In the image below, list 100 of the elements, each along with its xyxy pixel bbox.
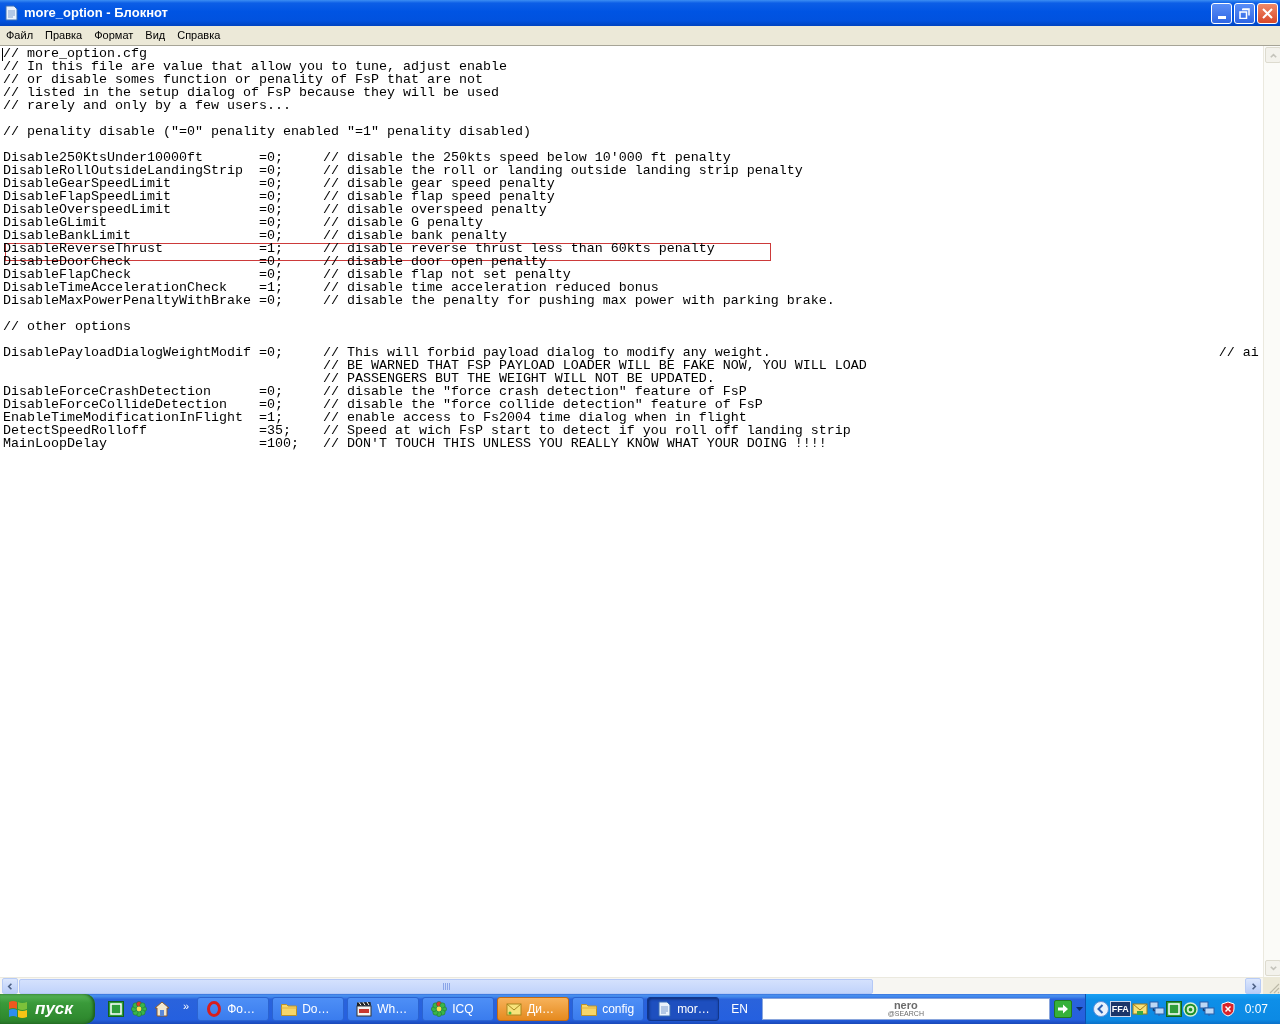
taskbar-button[interactable]: Фо… xyxy=(197,997,270,1021)
setting-name: EnableTimeModificationInFlight xyxy=(3,410,243,425)
setting-comment: // disable reverse thrust less than 60kts penalty xyxy=(322,241,715,256)
setting-value: =35; xyxy=(258,423,291,438)
taskbar-button-label: mor… xyxy=(677,1001,710,1018)
taskbar-button[interactable]: Wh… xyxy=(347,997,420,1021)
comment-line: // BE WARNED THAT FSP PAYLOAD LOADER WILL BE FAKE NOW, YOU WILL LOAD xyxy=(322,358,867,373)
quick-launch-button[interactable] xyxy=(131,1001,147,1017)
comment-line: // more_option.cfg xyxy=(3,47,147,60)
arrow-left-icon xyxy=(5,981,15,991)
setting-value: =0; xyxy=(258,267,283,282)
minimize-icon xyxy=(1217,15,1226,19)
document-icon xyxy=(3,5,19,21)
language-indicator[interactable]: EN xyxy=(731,1000,748,1018)
setting-value: =0; xyxy=(258,384,283,399)
folder-icon xyxy=(281,1002,298,1016)
setting-name: DisablePayloadDialogWeightModif xyxy=(3,345,251,360)
setting-comment: // disable flap not set penalty xyxy=(322,267,571,282)
setting-value: =0; xyxy=(258,202,283,217)
taskbar-button-label: Wh… xyxy=(377,1001,408,1018)
caret-icon xyxy=(1075,1007,1083,1011)
setting-comment: // disable bank penalty xyxy=(322,228,507,243)
scrollbar-thumb[interactable] xyxy=(19,978,873,994)
show-hidden-icons-button[interactable] xyxy=(1092,1001,1109,1017)
computers-icon[interactable] xyxy=(1148,1001,1165,1017)
computers-icon[interactable] xyxy=(1198,1001,1215,1017)
quick-launch-button[interactable] xyxy=(108,1001,124,1017)
setting-comment: // DON'T TOUCH THIS UNLESS YOU REALLY KNOW WHAT YOUR DOING !!!! xyxy=(322,436,827,451)
resize-grip-icon[interactable] xyxy=(1269,983,1280,994)
setting-value: =1; xyxy=(258,280,283,295)
clapperboard-icon xyxy=(356,1001,373,1017)
flower-icon xyxy=(131,1001,147,1017)
menu-item[interactable]: Правка xyxy=(39,26,89,45)
start-button[interactable]: пуск xyxy=(0,994,95,1024)
dropdown-button[interactable] xyxy=(1075,1007,1083,1011)
text-cursor xyxy=(2,48,3,61)
app-tile-icon xyxy=(108,1001,124,1017)
close-button[interactable] xyxy=(1257,2,1278,24)
arrow-right-icon xyxy=(1056,1004,1069,1014)
taskbar-button[interactable]: mor… xyxy=(647,997,720,1021)
comment-line: // listed in the setup dialog of FsP because they will be used xyxy=(3,86,499,99)
grip-icon xyxy=(442,982,450,990)
envelope-icon[interactable] xyxy=(1131,1001,1148,1017)
setting-value: =1; xyxy=(258,410,283,425)
scroll-right-button[interactable] xyxy=(1245,978,1261,994)
document-icon xyxy=(656,1001,673,1017)
setting-value: =0; xyxy=(258,215,283,230)
menu-item[interactable]: Справка xyxy=(171,26,227,45)
more-button[interactable]: » xyxy=(183,1000,190,1012)
setting-name: MainLoopDelay xyxy=(3,436,107,451)
restore-button[interactable] xyxy=(1234,2,1255,24)
setting-comment: // disable the roll or landing outside landing strip penalty xyxy=(322,163,803,178)
setting-comment: // disable G penalty xyxy=(322,215,483,230)
setting-value: =0; xyxy=(258,228,283,243)
arrow-up-icon xyxy=(1268,50,1278,60)
menu-item[interactable]: Файл xyxy=(0,26,40,45)
menu-item[interactable]: Вид xyxy=(139,26,172,45)
setting-name: DisableGLimit xyxy=(3,215,107,230)
setting-name: DisableMaxPowerPenaltyWithBrake xyxy=(3,293,251,308)
setting-comment: // disable the 250kts speed below 10'000 ft penalty xyxy=(322,150,731,165)
taskbar-button[interactable]: config xyxy=(572,997,645,1021)
taskbar-button-label: ICQ xyxy=(452,1001,474,1018)
app-tile-icon[interactable] xyxy=(1165,1001,1182,1017)
flag-icon xyxy=(7,999,29,1019)
flower-icon xyxy=(431,1001,448,1017)
horizontal-scrollbar[interactable] xyxy=(0,977,1263,994)
text-area[interactable] xyxy=(0,46,1263,977)
clock[interactable]: 0:07 xyxy=(1244,1000,1268,1018)
setting-comment: // disable gear speed penalty xyxy=(322,176,555,191)
chevron-left-icon xyxy=(1092,1001,1109,1017)
setting-comment: // disable the "force crash detection" feature of FsP xyxy=(322,384,747,399)
tray-badge[interactable]: FFA xyxy=(1109,1001,1131,1017)
setting-name: DetectSpeedRolloff xyxy=(3,423,147,438)
setting-name: DisableTimeAccelerationCheck xyxy=(3,280,227,295)
close-icon xyxy=(1262,7,1273,19)
setting-comment: // disable time acceleration reduced bonus xyxy=(322,280,659,295)
taskbar-button[interactable]: Do… xyxy=(272,997,345,1021)
setting-comment: // disable flap speed penalty xyxy=(322,189,555,204)
logo-wordmark: nero xyxy=(893,1000,918,1010)
target-icon[interactable] xyxy=(1182,1001,1198,1017)
go-button[interactable] xyxy=(1053,1000,1072,1018)
setting-name: DisableForceCrashDetection xyxy=(3,384,211,399)
setting-value: =0; xyxy=(258,150,283,165)
window-title: more_option - Блокнот xyxy=(24,4,168,23)
comment-line: // In this file are value that allow you to tune, adjust enable xyxy=(3,60,507,73)
minimize-button[interactable] xyxy=(1211,2,1232,24)
ring-icon xyxy=(206,1001,223,1017)
house-icon xyxy=(154,1001,170,1017)
setting-name: DisableRollOutsideLandingStrip xyxy=(3,163,243,178)
scroll-left-button[interactable] xyxy=(2,978,18,994)
quick-launch-button[interactable] xyxy=(154,1001,170,1017)
setting-value: =0; xyxy=(258,176,283,191)
setting-value: =0; xyxy=(258,163,283,178)
taskbar-button[interactable]: ICQ xyxy=(422,997,495,1021)
menu-item[interactable]: Формат xyxy=(88,26,140,45)
comment-line: // or disable somes function or penality of FsP that are not xyxy=(3,73,483,86)
setting-name: Disable250KtsUnder10000ft xyxy=(3,150,203,165)
folder-icon xyxy=(581,1002,598,1016)
taskbar-button-label: Do… xyxy=(302,1001,330,1018)
shield-icon[interactable] xyxy=(1219,1001,1236,1017)
